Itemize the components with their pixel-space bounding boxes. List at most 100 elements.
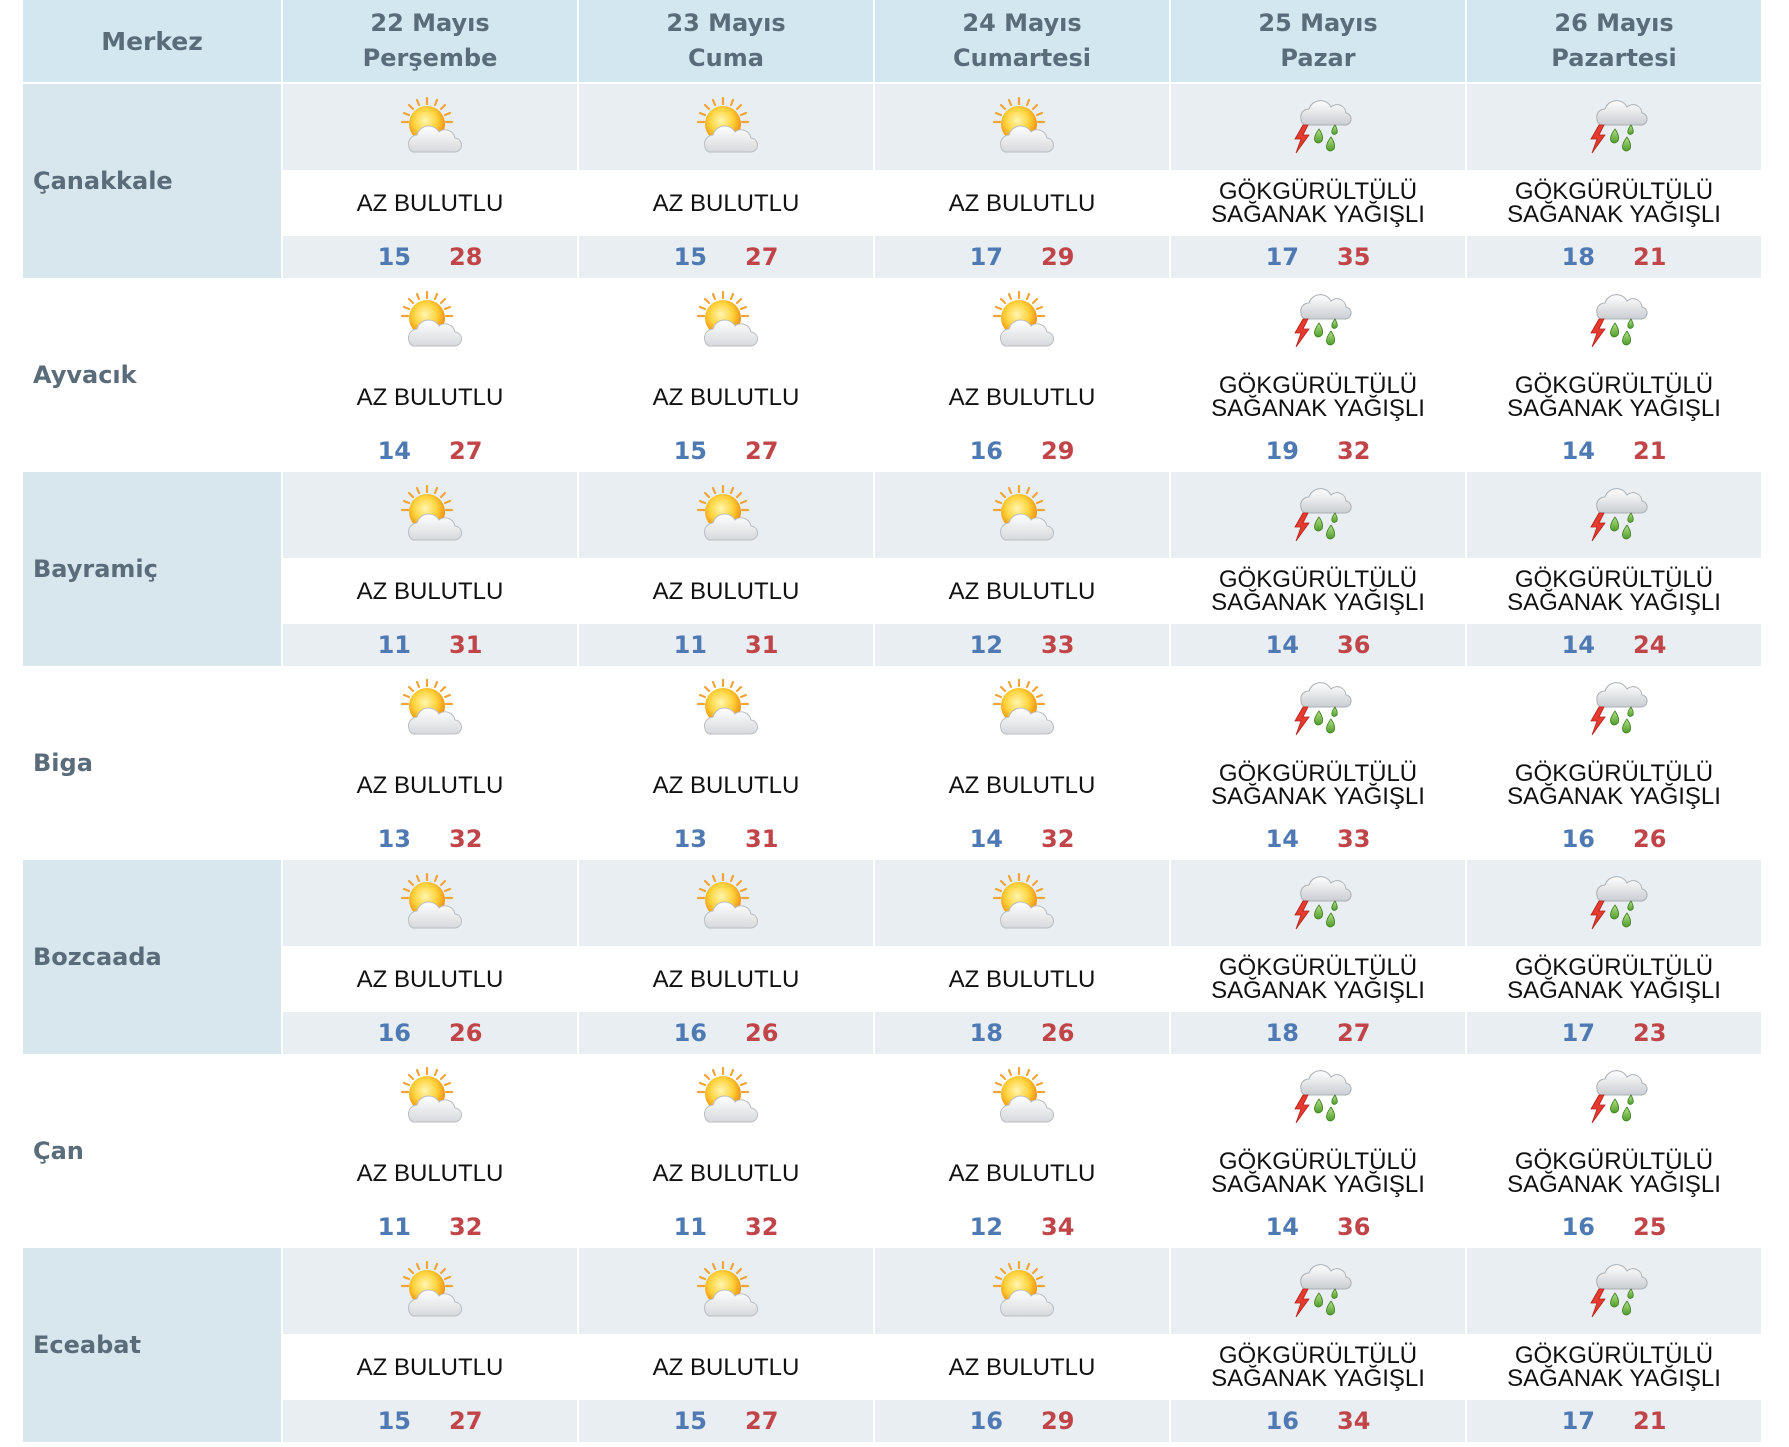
condition-text: AZ BULUTLU (283, 752, 577, 818)
day-weekday: Pazar (1280, 44, 1356, 72)
forecast-cell: AZ BULUTLU 11 31 (283, 472, 579, 666)
forecast-cell: AZ BULUTLU 15 27 (283, 1248, 579, 1442)
condition-line: GÖKGÜRÜLTÜLÜ (1514, 178, 1714, 205)
condition-line: GÖKGÜRÜLTÜLÜ (1218, 760, 1418, 787)
min-temp: 12 (969, 631, 1003, 659)
temperature-range: 16 26 (283, 1012, 577, 1054)
max-temp: 29 (1041, 1407, 1075, 1435)
condition-text: GÖKGÜRÜLTÜLÜ SAĞANAK YAĞIŞLI (1171, 170, 1465, 236)
condition-text: AZ BULUTLU (283, 1140, 577, 1206)
condition-line: AZ BULUTLU (356, 383, 504, 411)
forecast-cell: AZ BULUTLU 11 32 (579, 1054, 875, 1248)
condition-line: AZ BULUTLU (356, 1159, 504, 1187)
forecast-cell: GÖKGÜRÜLTÜLÜ SAĞANAK YAĞIŞLI 14 24 (1467, 472, 1763, 666)
min-temp: 18 (969, 1019, 1003, 1047)
condition-line: SAĞANAK YAĞIŞLI (1211, 201, 1425, 228)
forecast-cell: GÖKGÜRÜLTÜLÜ SAĞANAK YAĞIŞLI 14 33 (1171, 666, 1467, 860)
forecast-cell: AZ BULUTLU 13 31 (579, 666, 875, 860)
condition-line: SAĞANAK YAĞIŞLI (1507, 977, 1721, 1004)
max-temp: 35 (1337, 243, 1371, 271)
forecast-cell: AZ BULUTLU 16 29 (875, 1248, 1171, 1442)
temperature-range: 14 36 (1171, 624, 1465, 666)
min-temp: 15 (673, 243, 707, 271)
forecast-cell: GÖKGÜRÜLTÜLÜ SAĞANAK YAĞIŞLI 16 25 (1467, 1054, 1763, 1248)
day-header: 22 Mayıs Perşembe (283, 0, 579, 84)
condition-line: SAĞANAK YAĞIŞLI (1507, 783, 1721, 810)
max-temp: 32 (1041, 825, 1075, 853)
min-temp: 14 (1265, 825, 1299, 853)
day-header: 25 Mayıs Pazar (1171, 0, 1467, 84)
condition-line: SAĞANAK YAĞIŞLI (1211, 1365, 1425, 1392)
min-temp: 14 (377, 437, 411, 465)
condition-line: AZ BULUTLU (948, 1353, 1096, 1381)
condition-line: SAĞANAK YAĞIŞLI (1211, 1171, 1425, 1198)
max-temp: 27 (449, 437, 483, 465)
station-name: Bozcaada (33, 943, 162, 971)
max-temp: 29 (1041, 437, 1075, 465)
thunder-shower-icon (1171, 1054, 1465, 1140)
max-temp: 31 (449, 631, 483, 659)
day-date: 22 Mayıs (370, 9, 490, 37)
thunder-shower-icon (1467, 84, 1761, 170)
condition-line: AZ BULUTLU (356, 189, 504, 217)
condition-line: SAĞANAK YAĞIŞLI (1507, 201, 1721, 228)
condition-line: AZ BULUTLU (948, 965, 1096, 993)
condition-text: GÖKGÜRÜLTÜLÜ SAĞANAK YAĞIŞLI (1467, 1140, 1761, 1206)
min-temp: 15 (673, 437, 707, 465)
condition-line: GÖKGÜRÜLTÜLÜ (1218, 1342, 1418, 1369)
station-name-cell: Eceabat (23, 1248, 283, 1442)
day-header: 24 Mayıs Cumartesi (875, 0, 1171, 84)
condition-text: GÖKGÜRÜLTÜLÜ SAĞANAK YAĞIŞLI (1171, 1334, 1465, 1400)
min-temp: 16 (969, 1407, 1003, 1435)
forecast-cell: AZ BULUTLU 16 29 (875, 278, 1171, 472)
max-temp: 26 (745, 1019, 779, 1047)
max-temp: 36 (1337, 631, 1371, 659)
temperature-range: 13 31 (579, 818, 873, 860)
max-temp: 32 (449, 1213, 483, 1241)
partly-cloudy-icon (283, 84, 577, 170)
condition-text: AZ BULUTLU (875, 946, 1169, 1012)
condition-line: GÖKGÜRÜLTÜLÜ (1514, 566, 1714, 593)
condition-line: AZ BULUTLU (652, 577, 800, 605)
station-name-cell: Çan (23, 1054, 283, 1248)
thunder-shower-icon (1171, 860, 1465, 946)
partly-cloudy-icon (875, 666, 1169, 752)
forecast-cell: GÖKGÜRÜLTÜLÜ SAĞANAK YAĞIŞLI 17 21 (1467, 1248, 1763, 1442)
temperature-range: 11 31 (579, 624, 873, 666)
condition-text: AZ BULUTLU (283, 170, 577, 236)
partly-cloudy-icon (579, 1248, 873, 1334)
max-temp: 28 (449, 243, 483, 271)
partly-cloudy-icon (579, 666, 873, 752)
temperature-range: 15 28 (283, 236, 577, 278)
max-temp: 27 (745, 437, 779, 465)
max-temp: 25 (1633, 1213, 1667, 1241)
partly-cloudy-icon (283, 1054, 577, 1140)
max-temp: 26 (1041, 1019, 1075, 1047)
condition-line: SAĞANAK YAĞIŞLI (1211, 783, 1425, 810)
condition-text: GÖKGÜRÜLTÜLÜ SAĞANAK YAĞIŞLI (1467, 170, 1761, 236)
min-temp: 14 (969, 825, 1003, 853)
forecast-cell: GÖKGÜRÜLTÜLÜ SAĞANAK YAĞIŞLI 18 27 (1171, 860, 1467, 1054)
forecast-cell: AZ BULUTLU 17 29 (875, 84, 1171, 278)
partly-cloudy-icon (875, 472, 1169, 558)
temperature-range: 14 33 (1171, 818, 1465, 860)
min-temp: 14 (1265, 631, 1299, 659)
temperature-range: 15 27 (579, 1400, 873, 1442)
condition-line: AZ BULUTLU (652, 771, 800, 799)
min-temp: 15 (673, 1407, 707, 1435)
min-temp: 17 (1561, 1407, 1595, 1435)
max-temp: 26 (1633, 825, 1667, 853)
condition-text: GÖKGÜRÜLTÜLÜ SAĞANAK YAĞIŞLI (1467, 364, 1761, 430)
condition-line: GÖKGÜRÜLTÜLÜ (1218, 372, 1418, 399)
forecast-cell: AZ BULUTLU 11 32 (283, 1054, 579, 1248)
temperature-range: 11 32 (579, 1206, 873, 1248)
condition-text: AZ BULUTLU (875, 752, 1169, 818)
condition-line: GÖKGÜRÜLTÜLÜ (1514, 760, 1714, 787)
thunder-shower-icon (1467, 1248, 1761, 1334)
temperature-range: 16 25 (1467, 1206, 1761, 1248)
condition-line: GÖKGÜRÜLTÜLÜ (1218, 1148, 1418, 1175)
max-temp: 27 (1337, 1019, 1371, 1047)
condition-text: AZ BULUTLU (579, 364, 873, 430)
condition-text: GÖKGÜRÜLTÜLÜ SAĞANAK YAĞIŞLI (1171, 364, 1465, 430)
day-weekday: Perşembe (362, 44, 498, 72)
